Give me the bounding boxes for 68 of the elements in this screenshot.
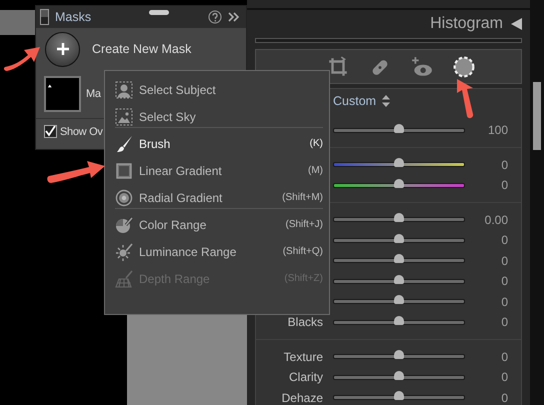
slider-value: 0: [501, 274, 508, 288]
checkbox[interactable]: [44, 125, 57, 138]
slider-value: 0: [501, 233, 508, 248]
slider-value: 0: [501, 178, 508, 192]
sun-eyedropper-icon: [115, 242, 133, 260]
menu-item[interactable]: Select Subject: [115, 76, 323, 103]
menu-item[interactable]: Radial Gradient (Shift+M): [115, 184, 323, 211]
mask-thumbnail[interactable]: [44, 76, 81, 112]
slider-value: 0: [501, 294, 508, 309]
slider-value: 0: [501, 350, 508, 364]
add-mask-button[interactable]: [45, 32, 80, 66]
person-icon: [115, 80, 133, 98]
slider-thumb[interactable]: [394, 391, 404, 400]
help-icon[interactable]: [208, 10, 222, 24]
collapse-icon[interactable]: [511, 18, 522, 30]
square-icon: [115, 162, 133, 180]
crop-tool[interactable]: [326, 56, 348, 78]
panel-title: Histogram: [430, 15, 503, 33]
slider-thumb[interactable]: [394, 350, 404, 360]
slider-thumb[interactable]: [394, 254, 404, 264]
slider-label: Blacks: [288, 315, 323, 330]
landscape-icon: [115, 108, 133, 126]
eye-icon: [410, 56, 432, 78]
slider-value: 0: [501, 390, 508, 405]
circle-icon: [115, 188, 133, 206]
slider-thumb[interactable]: [394, 158, 404, 168]
slider-label: Texture: [284, 350, 323, 364]
menu-item[interactable]: Luminance Range (Shift+Q): [115, 238, 323, 265]
menu-item[interactable]: Linear Gradient (M): [115, 157, 323, 184]
drag-handle[interactable]: [149, 10, 169, 15]
slider-thumb[interactable]: [394, 178, 404, 188]
slider-thumb[interactable]: [394, 124, 404, 133]
side-panel-strip: [0, 10, 35, 35]
panel-icon: [40, 9, 49, 25]
slider-thumb[interactable]: [394, 295, 404, 304]
mask-name[interactable]: Ma: [86, 88, 101, 100]
preset-dropdown[interactable]: Custom: [333, 94, 376, 108]
menu-item[interactable]: Select Sky: [115, 103, 323, 130]
brush-icon: [115, 134, 133, 152]
slider-value: 0: [501, 158, 508, 172]
scrollbar-thumb[interactable]: [533, 82, 541, 150]
up-down-icon: [382, 95, 390, 107]
crop-icon: [326, 56, 348, 78]
slider-value: 0.00: [484, 212, 508, 227]
menu-item[interactable]: Color Range (Shift+J): [115, 211, 323, 238]
panel-title: Masks: [55, 10, 92, 24]
slider-value: 100: [488, 123, 508, 138]
slider-thumb[interactable]: [394, 316, 404, 325]
masking-tool[interactable]: [452, 56, 474, 78]
slider-label: Dehaze: [282, 390, 323, 405]
slider-value: 0: [501, 315, 508, 330]
create-mask-label[interactable]: Create New Mask: [92, 42, 192, 56]
slider-thumb[interactable]: [394, 234, 404, 243]
slider-thumb[interactable]: [394, 213, 404, 222]
expand-icon[interactable]: [228, 12, 240, 22]
grid-eyedropper-icon: [115, 270, 133, 288]
plus-icon: [56, 42, 70, 56]
pie-eyedropper-icon: [115, 216, 133, 234]
slider-thumb[interactable]: [394, 370, 404, 380]
menu-item[interactable]: Brush (K): [115, 130, 323, 157]
slider-value: 0: [501, 254, 508, 268]
check-icon: [45, 126, 56, 137]
dotted-circle-icon: [452, 56, 474, 78]
slider-value: 0: [501, 370, 508, 384]
eye-tool[interactable]: [410, 56, 432, 78]
slider-label: Clarity: [288, 370, 323, 384]
checkbox-label[interactable]: Show Ov: [60, 126, 103, 138]
slider-thumb[interactable]: [394, 274, 404, 284]
